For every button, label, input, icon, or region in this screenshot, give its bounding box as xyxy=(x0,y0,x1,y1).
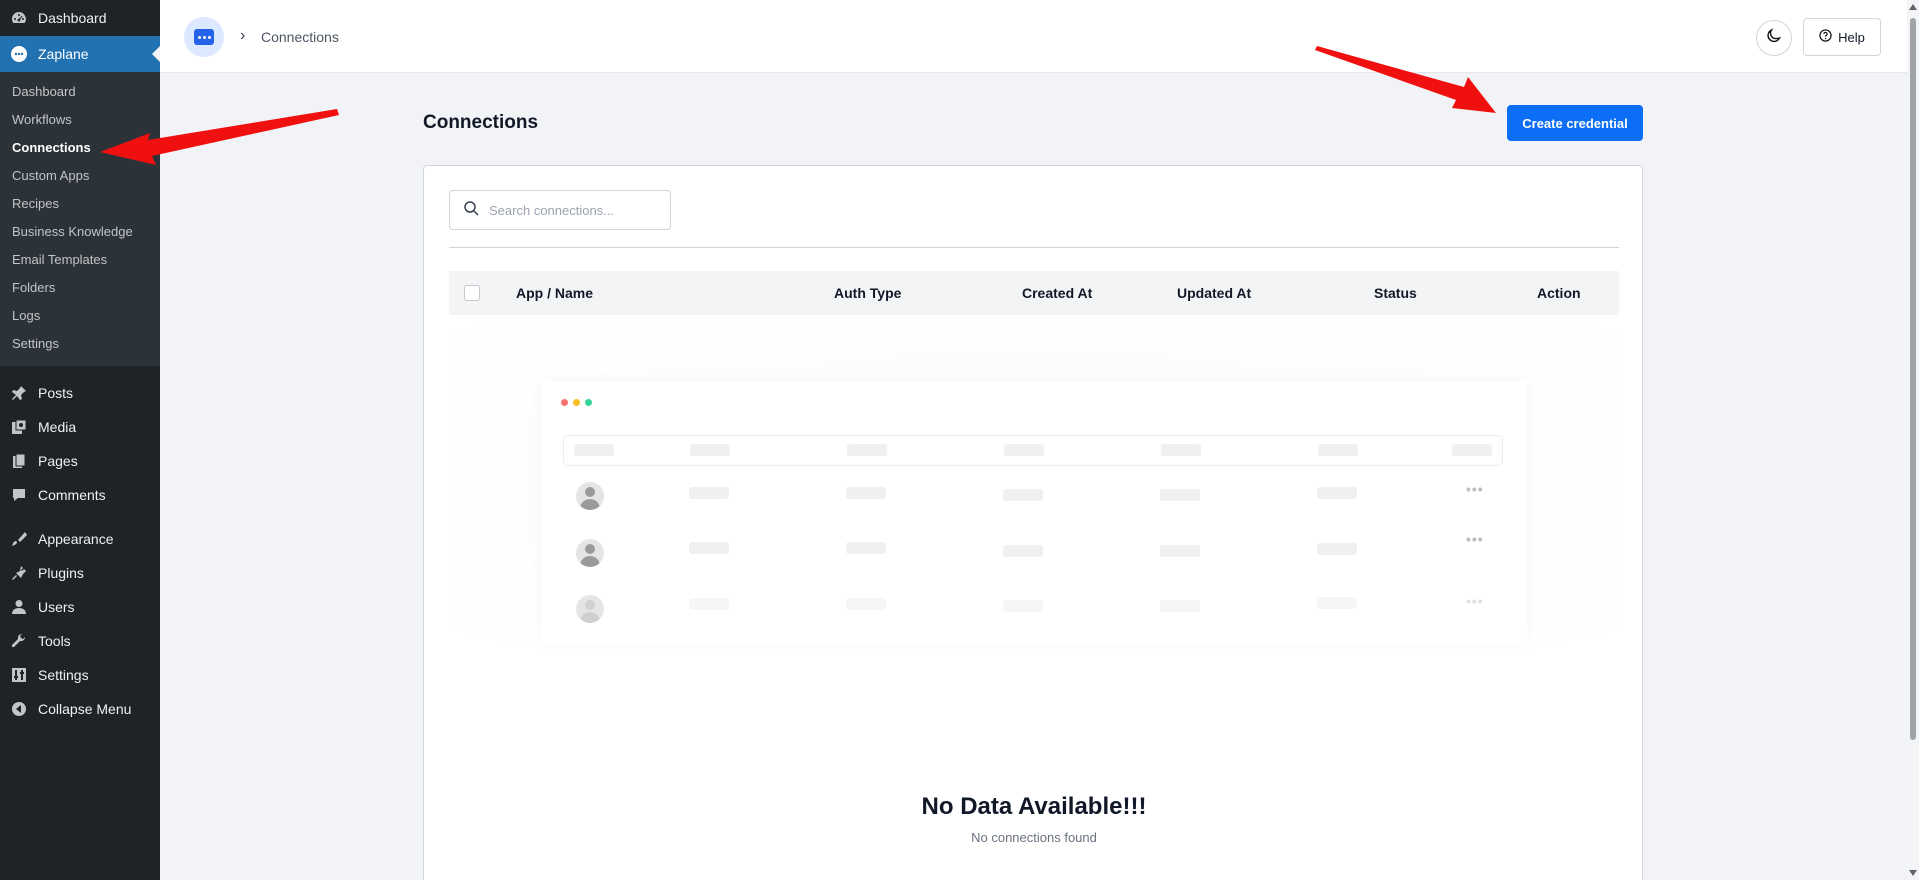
menu-comments-label: Comments xyxy=(38,487,106,503)
submenu-email-templates[interactable]: Email Templates xyxy=(0,246,160,274)
menu-zaplane-label: Zaplane xyxy=(38,46,89,62)
window-dots xyxy=(561,399,592,406)
submenu-connections[interactable]: Connections xyxy=(0,134,160,162)
column-updated-at[interactable]: Updated At xyxy=(1177,285,1251,301)
zaplane-submenu: Dashboard Workflows Connections Custom A… xyxy=(0,72,160,366)
help-icon xyxy=(1819,29,1832,45)
menu-posts-label: Posts xyxy=(38,385,74,401)
menu-tools[interactable]: Tools xyxy=(0,624,160,658)
create-credential-button[interactable]: Create credential xyxy=(1507,105,1643,141)
wrench-icon xyxy=(10,632,28,650)
menu-comments[interactable]: Comments xyxy=(0,478,160,512)
more-icon: ••• xyxy=(1466,531,1484,547)
scroll-up-arrow-icon[interactable] xyxy=(1909,4,1917,10)
menu-pages[interactable]: Pages xyxy=(0,444,160,478)
table-header: App / Name Auth Type Created At Updated … xyxy=(449,271,1619,315)
avatar-placeholder xyxy=(576,482,604,510)
top-header: › Connections Help xyxy=(160,0,1907,73)
submenu-dashboard[interactable]: Dashboard xyxy=(0,78,160,106)
search-input[interactable] xyxy=(489,202,649,218)
menu-settings[interactable]: Settings xyxy=(0,658,160,692)
menu-dashboard-label: Dashboard xyxy=(38,10,107,26)
pages-icon xyxy=(10,452,28,470)
menu-collapse-label: Collapse Menu xyxy=(38,701,132,717)
menu-settings-label: Settings xyxy=(38,667,89,683)
submenu-business-knowledge[interactable]: Business Knowledge xyxy=(0,218,160,246)
menu-dashboard[interactable]: Dashboard xyxy=(0,0,160,36)
column-auth-type[interactable]: Auth Type xyxy=(834,285,901,301)
menu-posts[interactable]: Posts xyxy=(0,376,160,410)
settings-icon xyxy=(10,666,28,684)
divider xyxy=(449,247,1619,248)
scroll-down-arrow-icon[interactable] xyxy=(1909,870,1917,876)
submenu-custom-apps[interactable]: Custom Apps xyxy=(0,162,160,190)
search-box[interactable] xyxy=(449,190,671,230)
empty-state-illustration: ••• ••• ••• xyxy=(541,381,1527,646)
connections-card: App / Name Auth Type Created At Updated … xyxy=(423,165,1643,880)
submenu-folders[interactable]: Folders xyxy=(0,274,160,302)
more-icon: ••• xyxy=(1466,593,1484,609)
zaplane-icon xyxy=(10,45,28,63)
column-status[interactable]: Status xyxy=(1374,285,1417,301)
menu-media[interactable]: Media xyxy=(0,410,160,444)
submenu-logs[interactable]: Logs xyxy=(0,302,160,330)
more-icon: ••• xyxy=(1466,481,1484,497)
column-app-name[interactable]: App / Name xyxy=(516,285,593,301)
column-action[interactable]: Action xyxy=(1537,285,1581,301)
page-scrollbar[interactable] xyxy=(1907,0,1919,880)
submenu-workflows[interactable]: Workflows xyxy=(0,106,160,134)
menu-tools-label: Tools xyxy=(38,633,71,649)
scrollbar-thumb[interactable] xyxy=(1910,18,1916,740)
menu-collapse[interactable]: Collapse Menu xyxy=(0,692,160,726)
dashboard-icon xyxy=(10,9,28,27)
help-button[interactable]: Help xyxy=(1803,18,1881,56)
menu-zaplane[interactable]: Zaplane xyxy=(0,36,160,72)
menu-pages-label: Pages xyxy=(38,453,78,469)
menu-media-label: Media xyxy=(38,419,77,435)
breadcrumb[interactable]: Connections xyxy=(261,29,339,45)
admin-sidebar: Dashboard Zaplane Dashboard Workflows Co… xyxy=(0,0,160,880)
avatar-placeholder xyxy=(576,539,604,567)
empty-state-title: No Data Available!!! xyxy=(921,793,1147,820)
column-created-at[interactable]: Created At xyxy=(1022,285,1092,301)
dark-mode-toggle[interactable] xyxy=(1756,20,1792,56)
menu-users-label: Users xyxy=(38,599,75,615)
media-icon xyxy=(10,418,28,436)
submenu-recipes[interactable]: Recipes xyxy=(0,190,160,218)
submenu-settings[interactable]: Settings xyxy=(0,330,160,358)
empty-state-subtitle: No connections found xyxy=(971,830,1097,845)
help-label: Help xyxy=(1838,29,1865,45)
menu-appearance-label: Appearance xyxy=(38,531,114,547)
placeholder-header xyxy=(563,435,1503,466)
chevron-right-icon: › xyxy=(240,27,246,44)
page-title: Connections xyxy=(423,112,539,133)
avatar-placeholder xyxy=(576,595,604,623)
comments-icon xyxy=(10,486,28,504)
select-all-checkbox[interactable] xyxy=(464,285,480,301)
moon-icon xyxy=(1766,27,1782,49)
menu-users[interactable]: Users xyxy=(0,590,160,624)
user-icon xyxy=(10,598,28,616)
menu-appearance[interactable]: Appearance xyxy=(0,522,160,556)
menu-plugins[interactable]: Plugins xyxy=(0,556,160,590)
pin-icon xyxy=(10,384,28,402)
plugin-icon xyxy=(10,564,28,582)
logo-mark xyxy=(194,29,214,45)
menu-plugins-label: Plugins xyxy=(38,565,84,581)
app-logo[interactable] xyxy=(184,17,224,57)
search-icon xyxy=(463,200,479,221)
collapse-icon xyxy=(10,700,28,718)
brush-icon xyxy=(10,530,28,548)
